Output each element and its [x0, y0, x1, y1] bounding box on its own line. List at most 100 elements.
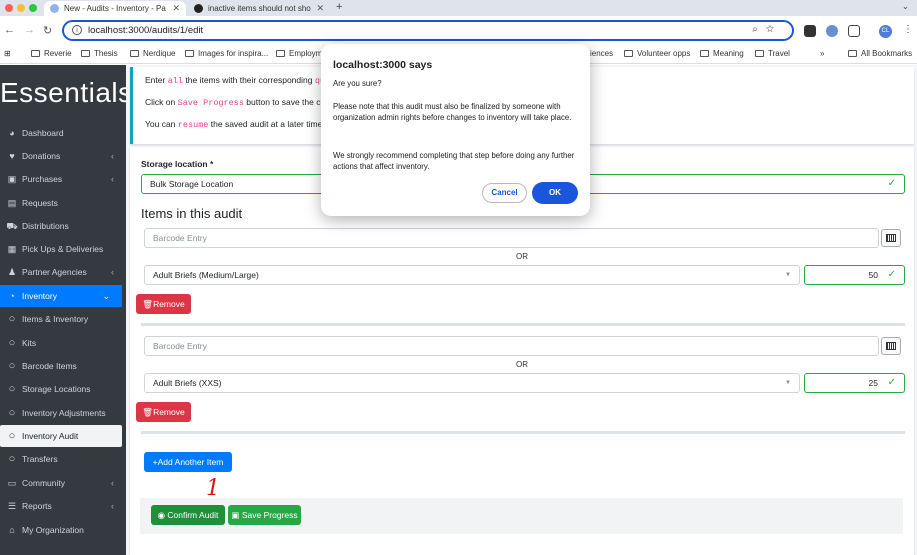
url-bar[interactable]: i localhost:3000/audits/1/edit ⌕☆	[62, 20, 794, 41]
extension-icon[interactable]	[826, 25, 838, 37]
bookmark-folder[interactable]: iences	[590, 49, 613, 58]
save-progress-button[interactable]: ▣ Save Progress	[228, 505, 301, 525]
sidebar-item-label: Community	[22, 478, 65, 488]
dialog-ok-button[interactable]: OK	[532, 182, 578, 204]
circle-icon: ○	[8, 383, 16, 395]
browser-tab[interactable]: inactive items should not sho ✕	[188, 1, 330, 16]
sidebar-item-label: Dashboard	[22, 128, 64, 138]
sidebar-item-my-organization[interactable]: ⌂ My Organization	[0, 519, 126, 541]
chevron-down-icon: ⌄	[102, 291, 110, 301]
tab-close-icon[interactable]: ✕	[172, 1, 180, 16]
sidebar-item-label: Reports	[22, 501, 52, 511]
sidebar-item-label: Requests	[22, 198, 58, 208]
or-divider: OR	[516, 252, 528, 261]
quantity-input[interactable]: 50 ✓	[804, 265, 905, 285]
barcode-entry-input[interactable]: Barcode Entry	[144, 228, 879, 248]
reload-icon[interactable]: ↻	[43, 24, 52, 37]
sidebar-item-kits[interactable]: ○ Kits	[0, 332, 126, 354]
item-select[interactable]: Adult Briefs (XXS) ▼	[144, 373, 800, 393]
sidebar-item-transfers[interactable]: ○ Transfers	[0, 448, 126, 470]
bookmark-folder[interactable]: Images for inspira...	[185, 49, 268, 58]
minimize-window-icon[interactable]	[17, 4, 25, 12]
folder-icon	[31, 50, 40, 57]
site-info-icon[interactable]: i	[72, 25, 82, 35]
tab-list-icon[interactable]: ⌄	[902, 2, 909, 11]
browser-menu-icon[interactable]: ⋮	[903, 24, 913, 35]
github-icon	[194, 4, 203, 13]
bookmark-folder[interactable]: Meaning	[700, 49, 744, 58]
chevron-left-icon: ‹	[111, 478, 114, 488]
sidebar-item-storage-locations[interactable]: ○ Storage Locations	[0, 378, 126, 400]
sidebar-item-barcode-items[interactable]: ○ Barcode Items	[0, 355, 126, 377]
close-window-icon[interactable]	[5, 4, 13, 12]
save-icon: ▣	[231, 510, 242, 520]
sidebar-item-label: Kits	[22, 338, 37, 348]
check-circle-icon: ◉	[157, 510, 168, 520]
bookmark-folder[interactable]: Travel	[755, 49, 790, 58]
browser-tab-active[interactable]: New - Audits - Inventory - Pa ✕	[44, 1, 186, 16]
sidebar-item-purchases[interactable]: ▣ Purchases ‹	[0, 168, 126, 190]
storage-location-label: Storage location *	[141, 159, 214, 169]
add-another-item-button[interactable]: +Add Another Item	[144, 452, 232, 472]
extension-icon[interactable]	[804, 25, 816, 37]
remove-item-button[interactable]: 🗑Remove	[136, 294, 191, 314]
forward-arrow-icon[interactable]: →	[24, 24, 35, 36]
sidebar-item-inventory-audit[interactable]: ○ Inventory Audit	[0, 425, 122, 447]
new-tab-button[interactable]: +	[336, 1, 342, 13]
confirm-audit-button[interactable]: ◉ Confirm Audit	[151, 505, 225, 525]
sidebar-item-reports[interactable]: ☰ Reports ‹	[0, 495, 126, 517]
sidebar-item-label: Distributions	[22, 221, 69, 231]
valid-check-icon: ✓	[887, 377, 896, 388]
folder-icon	[624, 50, 633, 57]
sidebar-item-label: Items & Inventory	[22, 314, 89, 324]
bookmark-folder[interactable]: Thesis	[81, 49, 118, 58]
circle-icon: ○	[8, 360, 16, 372]
tab-close-icon[interactable]: ✕	[316, 1, 324, 16]
sidebar-item-inventory-adjustments[interactable]: ○ Inventory Adjustments	[0, 402, 126, 424]
sidebar-item-dashboard[interactable]: ◕ Dashboard	[0, 122, 126, 144]
sidebar-item-inventory[interactable]: ◔ Inventory ⌄	[0, 285, 122, 307]
bookmark-star-icon[interactable]: ☆	[766, 24, 782, 35]
barcode-scan-button[interactable]	[881, 337, 901, 355]
quantity-value: 25	[868, 378, 878, 388]
back-arrow-icon[interactable]: ←	[4, 24, 15, 36]
sidebar-item-donations[interactable]: ♥ Donations ‹	[0, 145, 126, 167]
chevron-left-icon: ‹	[111, 151, 114, 161]
barcode-entry-input[interactable]: Barcode Entry	[144, 336, 879, 356]
sidebar-item-community[interactable]: ▭ Community ‹	[0, 472, 126, 494]
maximize-window-icon[interactable]	[29, 4, 37, 12]
quantity-input[interactable]: 25 ✓	[804, 373, 905, 393]
valid-check-icon: ✓	[887, 178, 896, 189]
zoom-icon[interactable]: ⌕	[752, 24, 766, 35]
profile-avatar[interactable]: CL	[879, 25, 892, 38]
sidebar-item-requests[interactable]: ▤ Requests	[0, 192, 126, 214]
bookmarks-overflow-button[interactable]: »	[820, 49, 824, 58]
all-bookmarks[interactable]: All Bookmarks	[848, 49, 912, 58]
tab-title: inactive items should not sho	[208, 4, 311, 13]
bookmark-folder[interactable]: Employm	[276, 49, 322, 58]
item-select[interactable]: Adult Briefs (Medium/Large) ▼	[144, 265, 800, 285]
trash-icon: 🗑	[142, 407, 154, 417]
folder-icon	[276, 50, 285, 57]
bookmark-folder[interactable]: Nerdique	[130, 49, 175, 58]
bookmark-folder[interactable]: Reverie	[31, 49, 72, 58]
dialog-cancel-button[interactable]: Cancel	[482, 183, 527, 203]
money-icon: ▣	[7, 174, 17, 184]
brand-logo[interactable]: Essentials	[0, 77, 133, 109]
apps-grid-icon[interactable]: ⊞	[4, 49, 11, 58]
bookmark-folder[interactable]: Volunteer opps	[624, 49, 690, 58]
folder-icon	[755, 50, 764, 57]
laptop-icon: ▭	[7, 478, 17, 488]
sidebar-item-distributions[interactable]: ⛟ Distributions	[0, 215, 126, 237]
dropdown-caret-icon: ▼	[785, 272, 791, 278]
barcode-scan-button[interactable]	[881, 229, 901, 247]
sidebar-item-items-inventory[interactable]: ○ Items & Inventory	[0, 308, 126, 330]
sidebar-item-partner-agencies[interactable]: ♟ Partner Agencies ‹	[0, 261, 126, 283]
sidebar-item-label: Transfers	[22, 454, 58, 464]
url-text: localhost:3000/audits/1/edit	[88, 25, 204, 36]
extensions-puzzle-icon[interactable]	[848, 25, 860, 37]
sidebar-item-pick-ups-deliveries[interactable]: ▦ Pick Ups & Deliveries	[0, 238, 126, 260]
remove-item-button[interactable]: 🗑Remove	[136, 402, 191, 422]
list-icon: ☰	[7, 501, 17, 511]
sidebar-item-label: Storage Locations	[22, 384, 91, 394]
